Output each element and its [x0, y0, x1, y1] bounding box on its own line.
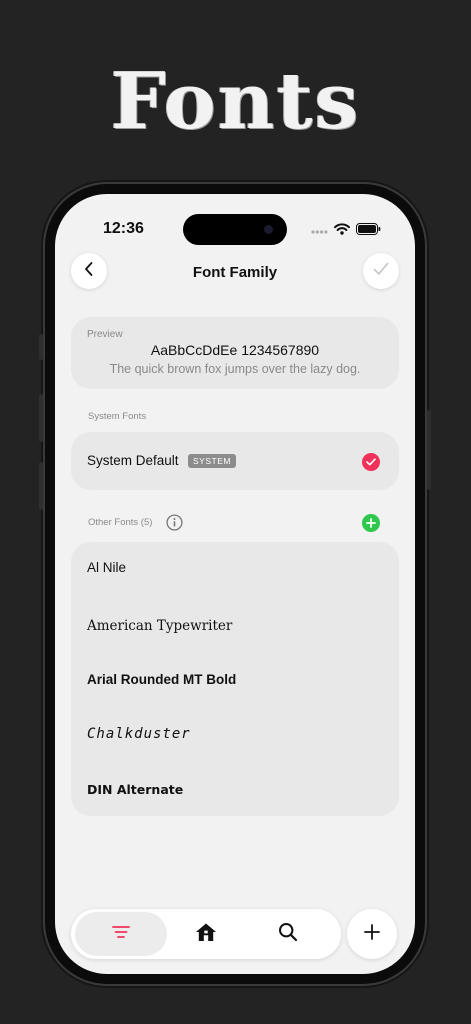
- promo-title: Fonts: [110, 56, 361, 147]
- tab-home[interactable]: [171, 912, 241, 956]
- action-button: [39, 334, 43, 360]
- font-item-din-alternate[interactable]: DIN Alternate: [87, 782, 183, 797]
- wifi-icon: [334, 222, 350, 240]
- font-item-chalkduster[interactable]: Chalkduster: [87, 726, 191, 742]
- tab-bar: [71, 909, 341, 959]
- info-icon[interactable]: [166, 514, 183, 536]
- confirm-button[interactable]: [363, 253, 399, 289]
- camera-dot: [264, 225, 273, 234]
- tab-search[interactable]: [253, 912, 323, 956]
- phone-frame: 12:36 Font Family Preview AaBbCcDdEe 123…: [39, 184, 431, 984]
- plus-icon: [366, 518, 376, 528]
- power-button: [427, 410, 431, 490]
- plus-icon: [363, 923, 381, 946]
- status-time: 12:36: [103, 220, 144, 237]
- preview-sentence: The quick brown fox jumps over the lazy …: [109, 362, 361, 376]
- battery-icon: [356, 222, 381, 240]
- system-badge: SYSTEM: [188, 454, 236, 468]
- font-item-al-nile[interactable]: Al Nile: [87, 560, 126, 575]
- preview-card: Preview AaBbCcDdEe 1234567890 The quick …: [71, 317, 399, 389]
- add-button[interactable]: [347, 909, 397, 959]
- selected-check-icon: [362, 453, 380, 471]
- volume-down-button: [39, 462, 43, 510]
- cellular-signal-icon: [311, 222, 328, 240]
- add-font-button[interactable]: [362, 514, 380, 532]
- dynamic-island: [183, 214, 287, 245]
- preview-sample-text: AaBbCcDdEe 1234567890: [150, 342, 320, 358]
- checkmark-icon: [373, 262, 389, 281]
- system-default-label: System Default: [87, 453, 179, 468]
- tab-list[interactable]: [75, 912, 167, 956]
- font-item-american-typewriter[interactable]: American Typewriter: [87, 618, 232, 634]
- system-fonts-heading: System Fonts: [88, 411, 147, 422]
- search-icon: [278, 922, 298, 947]
- list-icon: [111, 925, 131, 944]
- font-item-arial-rounded[interactable]: Arial Rounded MT Bold: [87, 672, 236, 687]
- page-title: Font Family: [192, 264, 278, 281]
- other-fonts-heading: Other Fonts (5): [88, 517, 153, 528]
- system-default-row[interactable]: System Default SYSTEM: [71, 432, 399, 490]
- other-fonts-list: Al Nile American Typewriter Arial Rounde…: [71, 542, 399, 816]
- home-icon: [195, 922, 217, 947]
- preview-label: Preview: [87, 329, 123, 340]
- status-icons: [311, 222, 381, 240]
- volume-up-button: [39, 394, 43, 442]
- app-screen: 12:36 Font Family Preview AaBbCcDdEe 123…: [55, 194, 415, 974]
